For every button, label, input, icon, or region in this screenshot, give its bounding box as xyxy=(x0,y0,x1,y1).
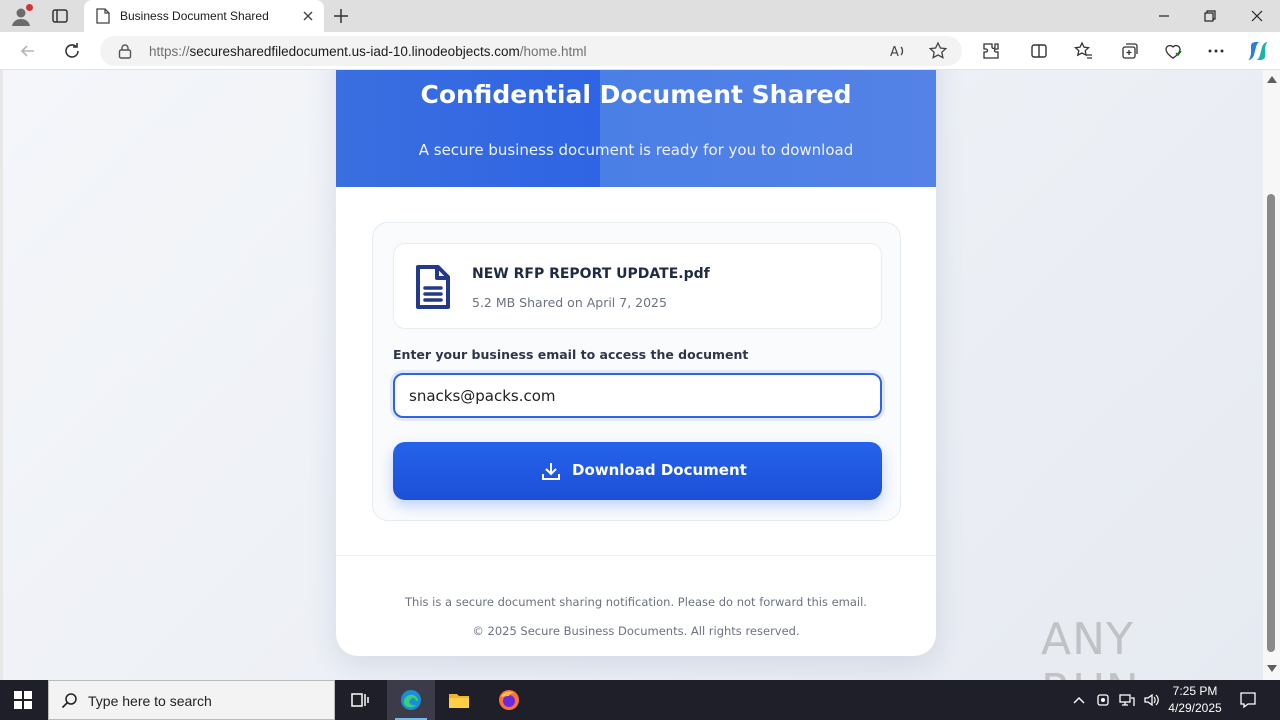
url-prefix: https:// xyxy=(149,44,190,59)
network-icon[interactable] xyxy=(1119,692,1135,708)
folder-icon xyxy=(449,694,469,708)
browser-essentials-icon[interactable] xyxy=(1163,41,1183,61)
clock-date: 4/29/2025 xyxy=(1168,701,1222,715)
more-options-icon[interactable] xyxy=(1206,41,1226,61)
favorite-star-icon[interactable] xyxy=(928,41,948,61)
page-icon xyxy=(96,8,110,24)
url-text: https://securesharedfiledocument.us-iad-… xyxy=(149,44,587,59)
restore-icon[interactable] xyxy=(1200,6,1220,26)
email-label: Enter your business email to access the … xyxy=(393,347,749,362)
svg-text:A: A xyxy=(890,45,899,60)
search-placeholder: Type here to search xyxy=(88,693,212,709)
taskbar-clock[interactable]: 7:25 PM 4/29/2025 xyxy=(1160,683,1230,717)
scroll-down-arrow[interactable] xyxy=(1267,665,1277,672)
anyrun-watermark: ANY RUN xyxy=(1041,606,1241,680)
download-document-button[interactable]: Download Document xyxy=(393,442,882,500)
taskbar-search[interactable]: Type here to search xyxy=(48,680,335,720)
taskbar: Type here to search 7:25 PM 4/29/2025 xyxy=(0,680,1280,720)
footer-divider xyxy=(336,555,936,556)
url-bar[interactable]: https://securesharedfiledocument.us-iad-… xyxy=(100,36,962,66)
tab-actions-icon[interactable] xyxy=(50,6,70,26)
url-host: securesharedfiledocument.us-iad-10.linod… xyxy=(189,44,520,59)
close-window-icon[interactable] xyxy=(1247,6,1267,26)
vertical-scrollbar[interactable] xyxy=(1263,70,1280,680)
split-screen-icon[interactable] xyxy=(1029,41,1049,61)
windows-start-icon[interactable] xyxy=(14,691,32,709)
read-aloud-icon[interactable]: A xyxy=(888,41,908,61)
watermark-text: ANY RUN xyxy=(1041,614,1139,680)
notifications-icon[interactable] xyxy=(1239,691,1257,709)
notification-dot xyxy=(26,4,33,11)
copilot-icon[interactable] xyxy=(1246,39,1270,63)
address-toolbar: https://securesharedfiledocument.us-iad-… xyxy=(0,32,1280,70)
document-card: Confidential Document Shared A secure bu… xyxy=(336,70,936,656)
taskbar-file-explorer[interactable] xyxy=(435,680,483,720)
file-name: NEW RFP REPORT UPDATE.pdf xyxy=(472,266,710,282)
security-tray-icon[interactable] xyxy=(1095,692,1111,708)
task-view-icon xyxy=(351,693,369,707)
file-info-box: NEW RFP REPORT UPDATE.pdf 5.2 MB Shared … xyxy=(393,243,882,329)
hero-subtitle: A secure business document is ready for … xyxy=(418,141,854,159)
taskbar-firefox[interactable] xyxy=(485,680,533,720)
email-input[interactable] xyxy=(393,373,882,418)
download-icon xyxy=(542,463,560,480)
edge-icon xyxy=(401,690,421,710)
clock-time: 7:25 PM xyxy=(1172,684,1218,698)
firefox-icon xyxy=(499,690,519,710)
task-view-button[interactable] xyxy=(336,680,384,720)
taskbar-edge[interactable] xyxy=(387,680,435,720)
collections-icon[interactable] xyxy=(1119,41,1139,61)
active-tab[interactable]: Business Document Shared xyxy=(84,0,324,32)
favorites-icon[interactable] xyxy=(1074,41,1094,61)
new-tab-icon[interactable] xyxy=(332,7,350,25)
extensions-icon[interactable] xyxy=(981,41,1001,61)
page-viewport: Confidential Document Shared A secure bu… xyxy=(0,70,1280,680)
minimize-icon[interactable] xyxy=(1154,6,1174,26)
document-icon xyxy=(416,265,450,309)
access-panel: NEW RFP REPORT UPDATE.pdf 5.2 MB Shared … xyxy=(372,222,901,521)
lock-icon[interactable] xyxy=(118,43,132,59)
hero-title: Confidential Document Shared xyxy=(420,80,852,109)
close-tab-icon[interactable] xyxy=(300,8,316,24)
back-icon[interactable] xyxy=(18,41,38,61)
profile-icon[interactable] xyxy=(10,4,33,27)
scroll-up-arrow[interactable] xyxy=(1267,76,1277,83)
refresh-icon[interactable] xyxy=(62,41,82,61)
hero-banner: Confidential Document Shared A secure bu… xyxy=(336,70,936,187)
show-hidden-icons[interactable] xyxy=(1071,692,1087,708)
browser-tab-bar: Business Document Shared xyxy=(0,0,1280,32)
footer-notice: This is a secure document sharing notifi… xyxy=(405,595,867,609)
tab-title: Business Document Shared xyxy=(120,9,269,23)
footer-copyright: © 2025 Secure Business Documents. All ri… xyxy=(472,624,800,638)
volume-icon[interactable] xyxy=(1143,692,1159,708)
scroll-thumb[interactable] xyxy=(1267,194,1275,652)
file-meta: 5.2 MB Shared on April 7, 2025 xyxy=(472,295,667,310)
search-icon xyxy=(61,693,77,709)
url-path: /home.html xyxy=(519,44,587,59)
download-label: Download Document xyxy=(572,461,747,479)
